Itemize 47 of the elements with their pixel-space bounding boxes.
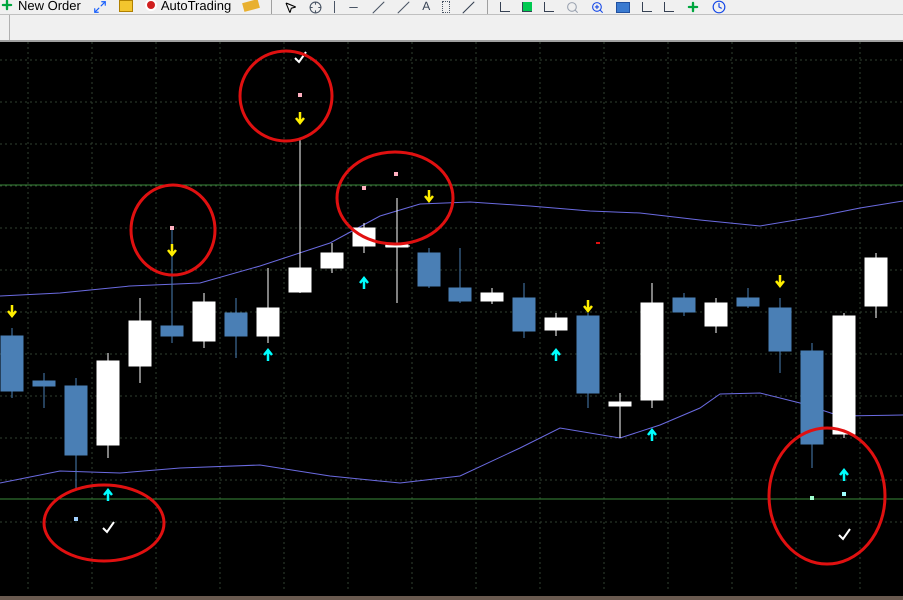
candlestick — [448, 248, 472, 304]
stop-icon — [144, 0, 157, 11]
candlestick — [352, 222, 376, 254]
down-arrow-icon — [166, 242, 178, 257]
new-order-button[interactable]: New Order — [0, 0, 81, 12]
vertical-line-icon[interactable] — [334, 0, 336, 14]
candlestick — [864, 252, 888, 318]
autotrading-button[interactable]: AutoTrading — [144, 0, 232, 12]
candlestick — [736, 288, 760, 308]
check-mark-icon — [102, 521, 115, 534]
candlestick — [608, 392, 632, 438]
up-arrow-icon — [838, 468, 850, 482]
cursor-icon[interactable] — [284, 0, 298, 14]
pen-mark — [596, 242, 600, 244]
down-arrow-icon — [294, 110, 306, 125]
candlestick — [672, 292, 696, 316]
candlestick — [418, 248, 440, 288]
check-mark-icon — [838, 528, 851, 541]
candlestick — [512, 282, 536, 338]
up-arrow-icon — [358, 276, 370, 290]
candlestick — [192, 292, 216, 348]
text-tool-button[interactable]: A — [422, 0, 430, 12]
candlestick — [32, 372, 56, 408]
zoom-in-icon[interactable] — [591, 0, 604, 14]
candlestick — [544, 312, 568, 336]
down-arrow-icon — [6, 304, 18, 318]
candlestick — [480, 288, 504, 304]
add-indicator-icon[interactable] — [686, 0, 700, 14]
up-arrow-icon — [262, 348, 274, 362]
trend-line-icon[interactable] — [372, 0, 386, 14]
expand-icon[interactable] — [92, 0, 107, 14]
candle-chart-icon[interactable] — [522, 0, 532, 14]
candlestick — [320, 242, 344, 274]
candlestick — [704, 298, 728, 334]
down-arrow-icon — [582, 298, 594, 313]
up-arrow-icon — [646, 428, 658, 442]
candlestick — [224, 298, 248, 358]
down-arrow-icon — [774, 274, 786, 288]
candlestick — [0, 328, 24, 398]
label-icon[interactable] — [442, 0, 450, 14]
down-arrow-icon — [424, 188, 434, 203]
check-mark-icon — [294, 51, 307, 64]
up-arrow-icon — [102, 488, 114, 502]
up-arrow-icon — [550, 348, 562, 362]
clock-icon[interactable] — [712, 0, 726, 14]
plus-icon — [0, 0, 14, 12]
crosshair-icon[interactable] — [309, 0, 322, 14]
